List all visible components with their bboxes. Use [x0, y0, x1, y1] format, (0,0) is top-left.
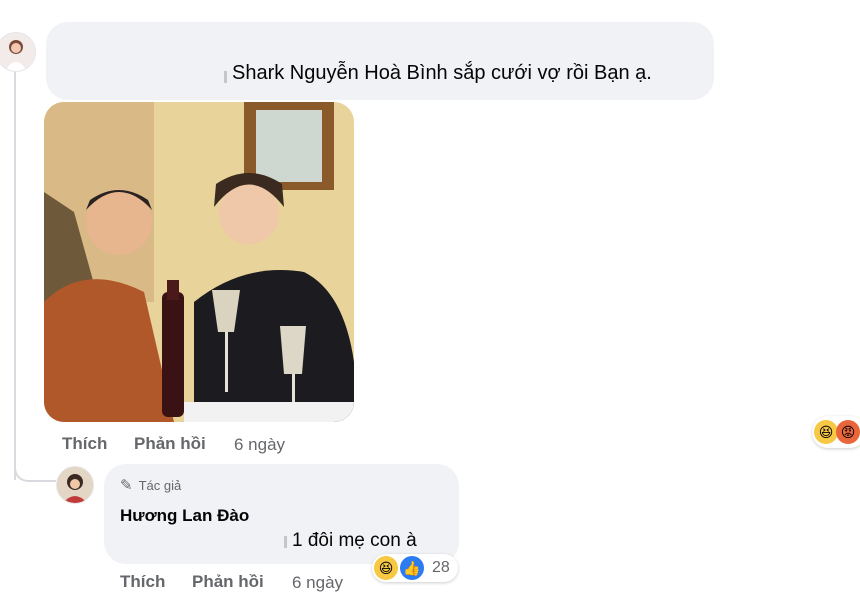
thread-line	[14, 70, 16, 480]
reply-timestamp[interactable]: 6 ngày	[292, 573, 343, 593]
avatar-image	[0, 33, 35, 71]
reply-text: 1 đôi mẹ con à	[292, 530, 417, 551]
author-badge: ✎ Tác giả	[120, 476, 181, 494]
thread-connector	[14, 440, 56, 482]
reply-like-button[interactable]: Thích	[120, 572, 165, 592]
haha-reaction-icon: 😆	[814, 420, 838, 444]
comment-text: Shark Nguyễn Hoà Bình sắp cưới vợ rồi Bạ…	[232, 62, 652, 84]
reply-reply-button[interactable]: Phản hồi	[192, 572, 264, 592]
author-badge-label: Tác giả	[138, 478, 182, 493]
comment-bubble: Shark Nguyễn Hoà Bình sắp cưới vợ rồi Bạ…	[46, 22, 714, 100]
comment-timestamp[interactable]: 6 ngày	[234, 435, 285, 455]
reply-button[interactable]: Phản hồi	[134, 434, 206, 454]
pen-icon: ✎	[120, 477, 133, 494]
like-button[interactable]: Thích	[62, 434, 107, 454]
like-reaction-icon: 👍	[400, 556, 424, 580]
quote-mark	[284, 536, 287, 548]
avatar-image	[57, 467, 93, 503]
angry-reaction-icon: 😡	[836, 420, 860, 444]
reply-avatar[interactable]	[56, 466, 94, 504]
quote-mark	[224, 71, 227, 83]
haha-reaction-icon: 😆	[374, 556, 398, 580]
comment-photo[interactable]	[44, 102, 354, 422]
reaction-count: 28	[432, 559, 450, 576]
reply-author-name[interactable]: Hương Lan Đào	[120, 506, 249, 526]
reply-bubble: ✎ Tác giả Hương Lan Đào 1 đôi mẹ con à	[104, 464, 459, 564]
photo-image	[44, 102, 354, 422]
avatar[interactable]	[0, 32, 36, 72]
side-reaction-summary[interactable]: 😆 😡	[812, 416, 860, 448]
reaction-summary[interactable]: 😆 👍 28	[372, 554, 458, 582]
